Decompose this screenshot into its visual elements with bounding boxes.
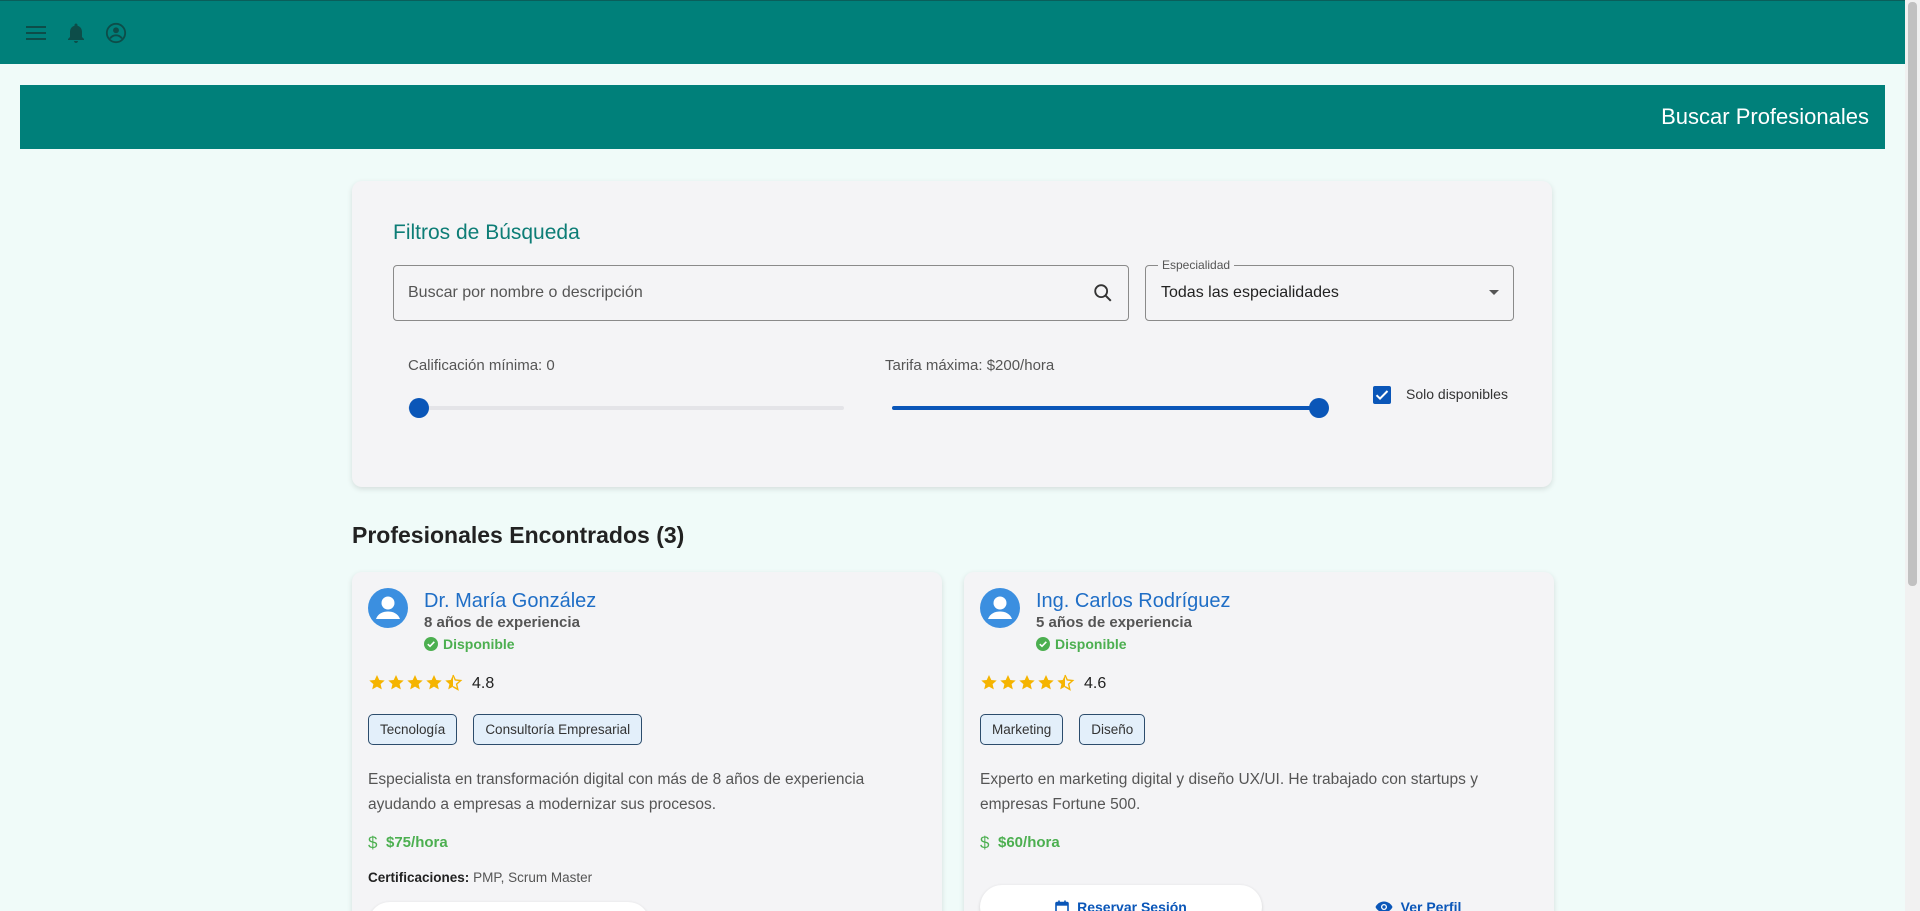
eye-icon xyxy=(1375,901,1393,911)
professional-name[interactable]: Dr. María González xyxy=(424,590,596,613)
max-rate-track[interactable] xyxy=(892,406,1318,410)
tag-chip: Consultoría Empresarial xyxy=(473,714,643,745)
specialty-label: Especialidad xyxy=(1158,258,1235,272)
check-circle-icon xyxy=(1036,637,1050,651)
dollar-icon: $ xyxy=(980,833,990,851)
professional-description: Especialista en transformación digital c… xyxy=(368,771,865,813)
min-rating-track[interactable] xyxy=(408,406,844,410)
specialty-tags: Tecnología Consultoría Empresarial xyxy=(368,714,643,745)
certifications-value: PMP, Scrum Master xyxy=(473,870,593,885)
price-text: $75/hora xyxy=(386,833,448,851)
calendar-icon xyxy=(1055,900,1069,911)
reserve-session-label: Reservar Sesión xyxy=(1077,899,1187,911)
svg-text:$: $ xyxy=(368,833,378,851)
professional-card: Dr. María González 8 años de experiencia… xyxy=(352,572,942,911)
view-profile-button[interactable]: Ver Perfil xyxy=(1338,885,1498,911)
avatar xyxy=(368,588,408,628)
dollar-icon: $ xyxy=(368,833,378,851)
min-rating-thumb[interactable] xyxy=(409,398,429,418)
only-available-label[interactable]: Solo disponibles xyxy=(1406,386,1508,402)
tag-chip: Tecnología xyxy=(368,714,458,745)
search-input[interactable] xyxy=(408,266,1088,320)
reserve-session-button[interactable]: Reservar Sesión xyxy=(980,885,1262,911)
rating-stars xyxy=(368,674,468,692)
person-icon xyxy=(376,596,400,619)
certifications: Certificaciones: PMP, Scrum Master xyxy=(368,870,592,885)
person-icon xyxy=(988,596,1012,619)
page-title: Buscar Profesionales xyxy=(1661,104,1869,129)
professional-description: Experto en marketing digital y diseño UX… xyxy=(980,771,1478,813)
app-bar xyxy=(0,0,1905,64)
price-row: $ $75/hora xyxy=(368,833,448,851)
bell-icon[interactable] xyxy=(60,17,92,49)
svg-text:$: $ xyxy=(980,833,990,851)
tag-chip: Diseño xyxy=(1079,714,1146,745)
availability-status: Disponible xyxy=(1036,636,1127,652)
status-text: Disponible xyxy=(443,636,515,652)
star-icons xyxy=(369,674,463,691)
reserve-session-button[interactable] xyxy=(368,902,650,911)
certifications-label: Certificaciones: xyxy=(368,870,470,885)
status-text: Disponible xyxy=(1055,636,1127,652)
results-heading: Profesionales Encontrados (3) xyxy=(352,522,685,548)
only-available-checkbox[interactable] xyxy=(1373,386,1391,404)
account-circle-icon[interactable] xyxy=(100,17,132,49)
experience-text: 5 años de experiencia xyxy=(1036,614,1192,631)
search-icon[interactable] xyxy=(1092,282,1114,309)
check-circle-icon xyxy=(424,637,438,651)
rating-value: 4.8 xyxy=(472,675,495,692)
page-scrollbar[interactable] xyxy=(1905,0,1920,911)
max-rate-thumb[interactable] xyxy=(1309,398,1329,418)
specialty-select[interactable]: Especialidad Todas las especialidades xyxy=(1145,258,1514,321)
rating-stars xyxy=(980,674,1080,692)
tag-chip: Marketing xyxy=(980,714,1064,745)
experience-text: 8 años de experiencia xyxy=(424,614,580,631)
filters-title: Filtros de Búsqueda xyxy=(393,221,580,244)
min-rating-label: Calificación mínima: 0 xyxy=(408,357,555,374)
scrollbar-thumb[interactable] xyxy=(1908,2,1917,586)
price-row: $ $60/hora xyxy=(980,833,1060,851)
star-icons xyxy=(981,674,1075,691)
specialty-value: Todas las especialidades xyxy=(1161,284,1339,301)
professional-name[interactable]: Ing. Carlos Rodríguez xyxy=(1036,590,1231,613)
page-title-bar: Buscar Profesionales xyxy=(20,85,1885,149)
view-profile-label: Ver Perfil xyxy=(1400,899,1462,911)
rating-value: 4.6 xyxy=(1084,675,1107,692)
check-icon xyxy=(1375,390,1389,401)
avatar xyxy=(980,588,1020,628)
specialty-tags: Marketing Diseño xyxy=(980,714,1146,745)
search-field[interactable] xyxy=(393,265,1129,321)
max-rate-label: Tarifa máxima: $200/hora xyxy=(885,357,1055,374)
price-text: $60/hora xyxy=(998,833,1060,851)
filters-card: Filtros de Búsqueda Especialidad Todas l… xyxy=(352,181,1552,487)
dropdown-arrow-icon[interactable] xyxy=(1489,290,1499,295)
professional-card: Ing. Carlos Rodríguez 5 años de experien… xyxy=(964,572,1554,911)
availability-status: Disponible xyxy=(424,636,515,652)
menu-icon[interactable] xyxy=(20,17,52,49)
